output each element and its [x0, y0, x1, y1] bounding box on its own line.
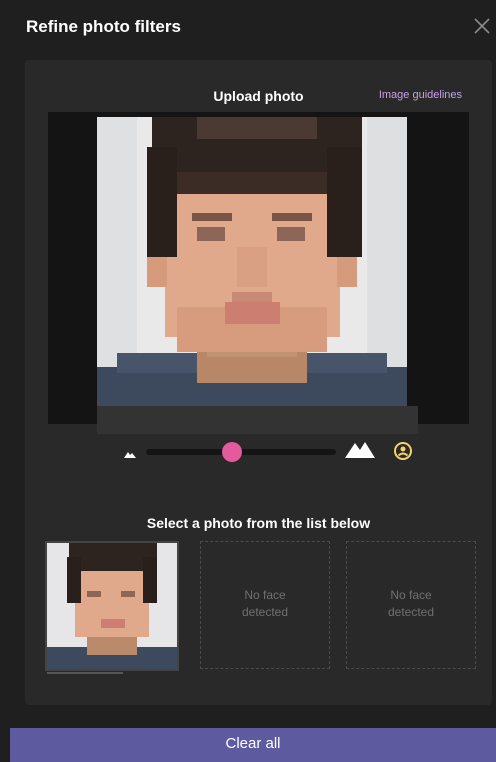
no-face-line2: detected [241, 605, 289, 619]
no-face-label: No face detected [201, 587, 329, 621]
no-face-label: No face detected [347, 587, 475, 621]
zoom-slider-thumb[interactable] [221, 442, 242, 462]
dialog-title: Refine photo filters [26, 17, 181, 36]
close-icon[interactable] [470, 14, 494, 38]
no-face-line1: No face [390, 588, 432, 602]
select-photo-title: Select a photo from the list below [146, 515, 371, 531]
photo-slot-empty: No face detected [346, 541, 476, 669]
no-face-line2: detected [387, 605, 435, 619]
zoom-slider-row [25, 438, 492, 462]
reset-icon[interactable] [393, 441, 413, 461]
photo-panel: Upload photo Image guidelines Select a p… [25, 60, 492, 705]
image-guidelines-link[interactable]: Image guidelines [379, 89, 462, 101]
photo-thumbnail-selected[interactable] [45, 541, 179, 671]
mountain-large-icon [345, 440, 375, 463]
refine-photo-dialog: Refine photo filters Upload photo Image … [0, 0, 496, 762]
selected-indicator [47, 672, 123, 674]
footer-bar: Clear all [10, 728, 496, 762]
photo-slot-empty: No face detected [200, 541, 330, 669]
no-face-line1: No face [244, 588, 286, 602]
clear-all-button[interactable]: Clear all [10, 735, 496, 752]
photo-preview-image[interactable] [97, 117, 407, 423]
mountain-small-icon [124, 445, 136, 463]
